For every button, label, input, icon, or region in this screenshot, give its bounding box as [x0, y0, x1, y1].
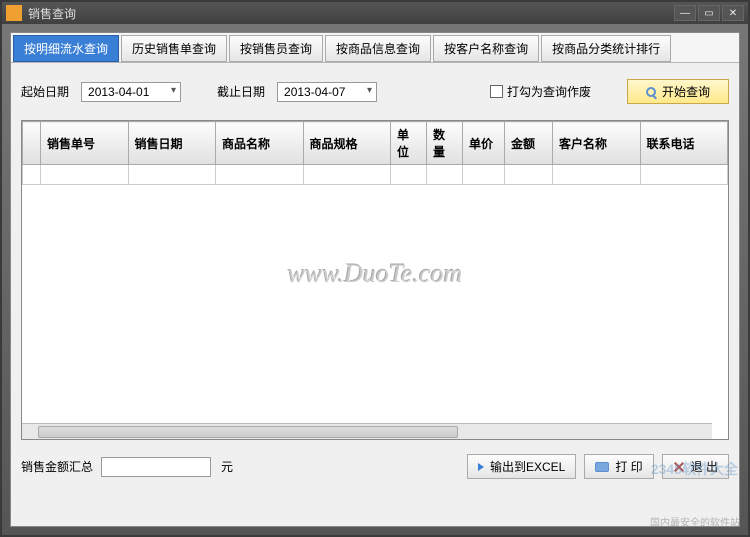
tab-strip: 按明细流水查询 历史销售单查询 按销售员查询 按商品信息查询 按客户名称查询 按…	[11, 33, 739, 63]
end-date-input[interactable]: 2013-04-07	[277, 82, 377, 102]
col-product-spec[interactable]: 商品规格	[303, 122, 391, 165]
void-checkbox[interactable]	[490, 85, 503, 98]
results-table-wrap: 销售单号 销售日期 商品名称 商品规格 单位 数量 单价 金额 客户名称 联系电…	[21, 120, 729, 440]
void-checkbox-wrap: 打勾为查询作废	[490, 83, 591, 100]
sum-input[interactable]	[101, 457, 211, 477]
app-icon	[6, 5, 22, 21]
main-panel: 按明细流水查询 历史销售单查询 按销售员查询 按商品信息查询 按客户名称查询 按…	[10, 32, 740, 527]
search-icon	[646, 87, 656, 97]
col-unit[interactable]: 单位	[391, 122, 427, 165]
row-header-corner	[23, 122, 41, 165]
titlebar: 销售查询 — ▭ ✕	[2, 2, 748, 24]
print-button-label: 打 印	[615, 458, 642, 475]
footer-row: 销售金额汇总 元 输出到EXCEL 打 印 退 出	[11, 440, 739, 493]
tab-by-customer-name[interactable]: 按客户名称查询	[433, 35, 539, 62]
col-phone[interactable]: 联系电话	[640, 122, 728, 165]
col-price[interactable]: 单价	[463, 122, 505, 165]
minimize-button[interactable]: —	[674, 5, 696, 21]
content-area: 按明细流水查询 历史销售单查询 按销售员查询 按商品信息查询 按客户名称查询 按…	[2, 24, 748, 535]
tab-history-order[interactable]: 历史销售单查询	[121, 35, 227, 62]
export-excel-button[interactable]: 输出到EXCEL	[467, 454, 576, 479]
window-title: 销售查询	[28, 5, 674, 22]
maximize-button[interactable]: ▭	[698, 5, 720, 21]
brand-logo-watermark: 2345软件大全	[651, 459, 738, 479]
brand-tagline-watermark: 国内最安全的软件站	[650, 514, 740, 529]
col-sale-date[interactable]: 销售日期	[128, 122, 216, 165]
tab-by-salesperson[interactable]: 按销售员查询	[229, 35, 323, 62]
app-window: 销售查询 — ▭ ✕ 按明细流水查询 历史销售单查询 按销售员查询 按商品信息查…	[0, 0, 750, 537]
col-customer[interactable]: 客户名称	[553, 122, 641, 165]
sum-label: 销售金额汇总	[21, 458, 93, 475]
end-date-label: 截止日期	[217, 83, 265, 100]
results-table: 销售单号 销售日期 商品名称 商品规格 单位 数量 单价 金额 客户名称 联系电…	[22, 121, 728, 185]
void-checkbox-label: 打勾为查询作废	[507, 83, 591, 100]
export-button-label: 输出到EXCEL	[490, 458, 565, 475]
tab-by-product-info[interactable]: 按商品信息查询	[325, 35, 431, 62]
horizontal-scrollbar[interactable]	[22, 423, 712, 439]
col-amount[interactable]: 金额	[505, 122, 553, 165]
col-product-name[interactable]: 商品名称	[216, 122, 304, 165]
tab-by-category-rank[interactable]: 按商品分类统计排行	[541, 35, 671, 62]
printer-icon	[595, 462, 609, 472]
table-row[interactable]	[23, 165, 728, 185]
start-date-label: 起始日期	[21, 83, 69, 100]
query-button-label: 开始查询	[662, 83, 710, 100]
filter-row: 起始日期 2013-04-01 截止日期 2013-04-07 打勾为查询作废 …	[11, 63, 739, 120]
sum-unit: 元	[221, 458, 233, 475]
start-date-input[interactable]: 2013-04-01	[81, 82, 181, 102]
tab-detail-flow[interactable]: 按明细流水查询	[13, 35, 119, 62]
col-order-no[interactable]: 销售单号	[41, 122, 129, 165]
watermark-text: www.DuoTe.com	[288, 259, 463, 289]
query-button[interactable]: 开始查询	[627, 79, 729, 104]
export-icon	[478, 463, 484, 471]
close-button[interactable]: ✕	[722, 5, 744, 21]
scrollbar-thumb[interactable]	[38, 426, 458, 438]
col-qty[interactable]: 数量	[427, 122, 463, 165]
print-button[interactable]: 打 印	[584, 454, 653, 479]
